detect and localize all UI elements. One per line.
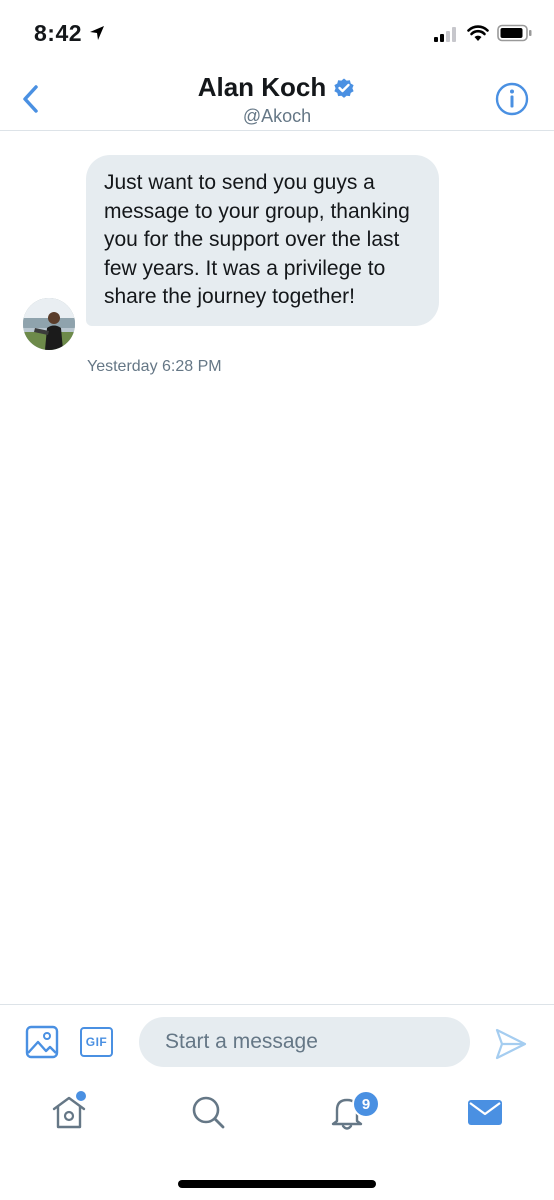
notifications-badge: 9: [352, 1090, 380, 1118]
header-title[interactable]: Alan Koch @Akoch: [0, 72, 554, 127]
message-timestamp: Yesterday 6:28 PM: [87, 358, 222, 375]
contact-handle: @Akoch: [242, 106, 312, 126]
contact-name: Alan Koch: [197, 72, 327, 102]
add-media-button[interactable]: [25, 1025, 59, 1059]
tab-search[interactable]: [188, 1092, 228, 1132]
message-composer: GIF: [0, 1004, 554, 1077]
avatar-photo: [23, 298, 75, 350]
search-icon: [192, 1096, 225, 1129]
conversation-header: Alan Koch @Akoch: [0, 68, 554, 131]
status-bar: 8:42: [0, 0, 554, 68]
image-icon: [25, 1025, 59, 1059]
message-input[interactable]: [139, 1017, 470, 1067]
home-icon: [52, 1096, 86, 1129]
info-button[interactable]: [495, 82, 529, 116]
gif-button[interactable]: GIF: [80, 1027, 113, 1057]
home-unread-dot: [76, 1091, 86, 1101]
verified-badge-icon: [334, 78, 354, 98]
send-button[interactable]: [494, 1027, 528, 1061]
location-arrow-icon: [90, 26, 104, 40]
tab-messages[interactable]: [465, 1092, 505, 1132]
wifi-icon: [467, 25, 489, 41]
message-bubble[interactable]: Just want to send you guys a message to …: [86, 155, 439, 326]
avatar[interactable]: [23, 298, 75, 350]
info-icon: [495, 82, 529, 116]
envelope-icon: [468, 1100, 502, 1125]
send-icon: [495, 1028, 527, 1060]
home-indicator: [178, 1180, 376, 1188]
battery-icon: [497, 24, 532, 42]
status-time: 8:42: [34, 20, 83, 46]
cellular-signal-icon: [434, 27, 456, 42]
